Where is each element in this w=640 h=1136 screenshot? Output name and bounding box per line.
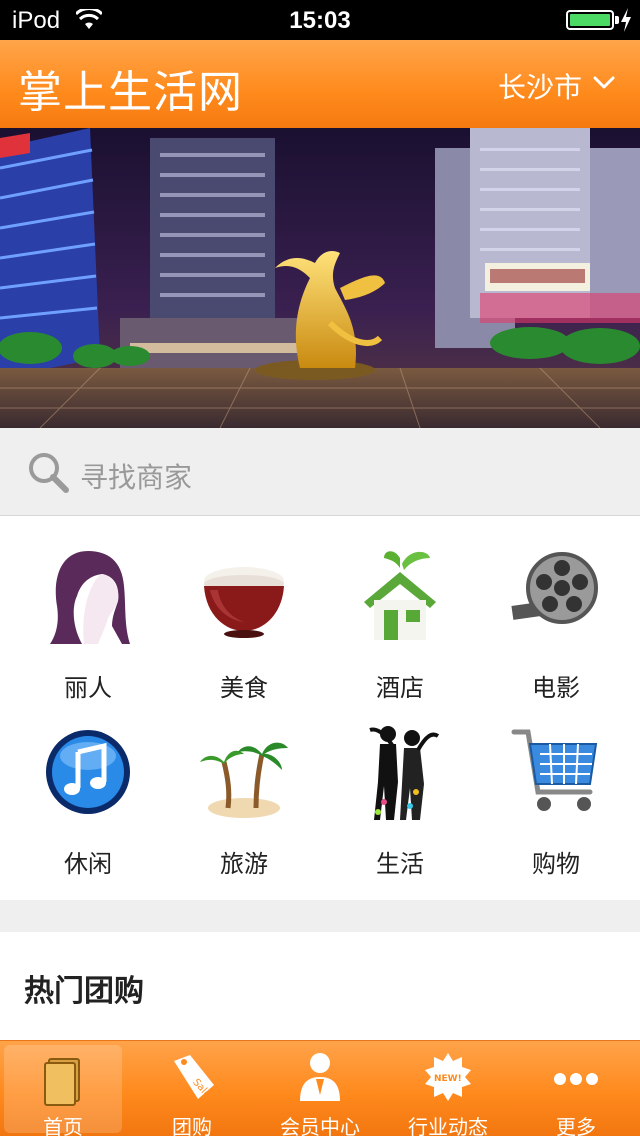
section-divider <box>0 900 640 932</box>
film-reel-icon <box>511 552 598 624</box>
shopping-cart-icon <box>511 729 598 811</box>
couple-silhouette-icon <box>369 726 440 820</box>
city-selector-label[interactable]: 长沙市 <box>498 66 582 106</box>
chevron-down-icon[interactable] <box>592 70 616 94</box>
category-shopping[interactable]: 购物 <box>476 692 636 878</box>
hot-group-buy-section: 热门团购 <box>0 932 640 1040</box>
tab-industry-news[interactable]: NEW! 行业动态 <box>384 1041 512 1136</box>
book-icon <box>44 1058 80 1106</box>
tab-member-center[interactable]: 会员中心 <box>256 1041 384 1136</box>
section-title: 热门团购 <box>24 974 144 1009</box>
category-label: 休闲 <box>64 850 112 878</box>
city-night-banner[interactable] <box>0 128 640 428</box>
app-title: 掌上生活网 <box>18 67 243 118</box>
category-leisure[interactable]: 休闲 <box>8 692 168 878</box>
category-label: 生活 <box>376 850 424 878</box>
tab-group-buy[interactable]: Sale 团购 <box>128 1041 256 1136</box>
tab-bar: 首页 Sale 团购 会员中心 NEW! 行业动态 更多 <box>0 1040 640 1136</box>
app-header: 掌上生活网 长沙市 <box>0 40 640 128</box>
rice-bowl-icon <box>204 567 284 638</box>
category-movie[interactable]: 电影 <box>476 516 636 702</box>
battery-icon <box>566 10 614 30</box>
charging-icon <box>621 8 631 32</box>
category-label: 购物 <box>532 850 580 878</box>
tab-label: 更多 <box>556 1115 596 1136</box>
category-life[interactable]: 生活 <box>320 692 480 878</box>
category-label: 旅游 <box>220 850 268 878</box>
tab-more[interactable]: 更多 <box>512 1041 640 1136</box>
woman-silhouette-icon <box>50 551 130 644</box>
search-bar[interactable]: 寻找商家 <box>0 428 640 516</box>
svg-text:NEW!: NEW! <box>434 1074 462 1084</box>
house-icon <box>364 551 436 640</box>
palm-tree-icon <box>200 742 288 818</box>
search-icon <box>29 453 69 493</box>
tab-label: 行业动态 <box>408 1115 488 1136</box>
tab-label: 会员中心 <box>280 1115 360 1136</box>
new-badge-icon: NEW! <box>425 1053 471 1101</box>
music-note-icon <box>46 730 130 814</box>
status-bar: iPod 15:03 <box>0 0 640 40</box>
category-grid: 丽人 美食 酒店 电影 休闲 旅游 生活 购物 <box>0 516 640 900</box>
category-hotel[interactable]: 酒店 <box>320 516 480 702</box>
clock: 15:03 <box>289 7 351 34</box>
search-input[interactable]: 寻找商家 <box>80 456 192 496</box>
category-beauty[interactable]: 丽人 <box>8 516 168 702</box>
member-icon <box>300 1053 340 1101</box>
tab-label: 首页 <box>43 1115 83 1136</box>
more-dots-icon <box>554 1073 598 1085</box>
sale-tag-icon: Sale <box>174 1055 214 1100</box>
tab-label: 团购 <box>172 1115 212 1136</box>
category-food[interactable]: 美食 <box>164 516 324 702</box>
category-travel[interactable]: 旅游 <box>164 692 324 878</box>
tab-home[interactable]: 首页 <box>4 1045 122 1136</box>
